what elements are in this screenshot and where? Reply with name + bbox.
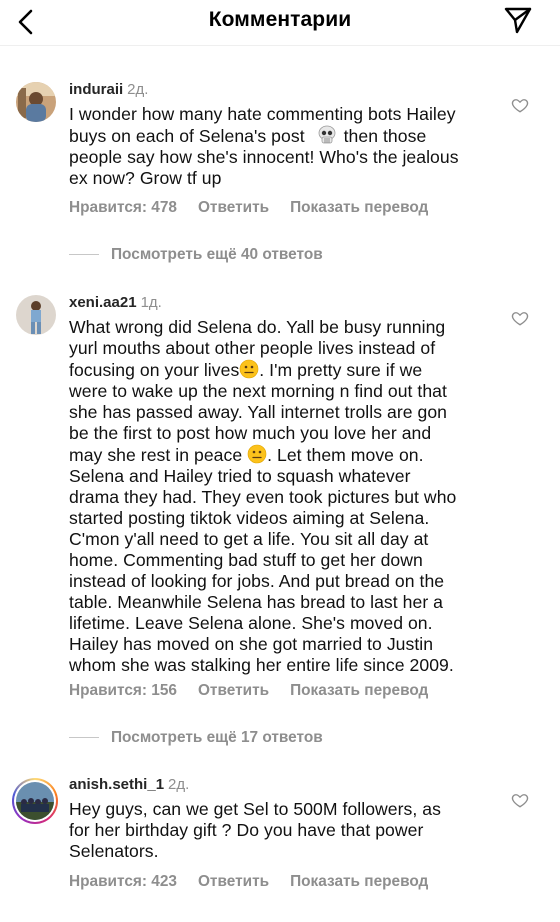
likes-count[interactable]: Нравится: 478 [69,199,177,216]
text-line: she has passed away. Yall internet troll… [69,402,447,422]
neutral-face-emoji [247,444,267,464]
username[interactable]: anish.sethi_1 [69,776,164,793]
text-line: for her birthday gift ? Do you have that… [69,820,424,840]
text-line: home. Commenting bad stuff to get her do… [69,550,423,570]
text-line: yurl mouths about other people lives ins… [69,338,436,358]
text-line: drama they had. They even took pictures … [69,487,457,507]
text-line: focusing on your lives . I'm pretty sure… [69,359,423,380]
page-title: Комментарии [208,8,352,31]
text-line: people say how she's innocent! Who's the… [69,147,459,167]
reply-button[interactable]: Ответить [198,873,269,890]
text-line: C'mon y'all need to get a life. You sit … [69,529,429,549]
comment-text: Hey guys, can we get Sel to 500M followe… [69,799,499,862]
comment-actions: Нравится: 423 Ответить Показать перевод [69,873,449,891]
heart-icon[interactable] [511,791,529,809]
avatar[interactable] [16,82,56,122]
timestamp: 1д. [140,294,162,311]
paper-plane-icon[interactable] [503,5,533,35]
divider-line [69,254,99,256]
comment-text: I wonder how many hate commenting bots H… [69,104,499,189]
comment-actions: Нравится: 156 Ответить Показать перевод [69,682,449,700]
comment-header: induraii 2д. [69,81,148,98]
view-more-replies-button[interactable]: Посмотреть ещё 17 ответов [69,729,323,747]
divider-line [69,737,99,739]
text-line: were to wake up the next morning n find … [69,381,447,401]
text-line: buys on each of Selena's post then those [69,125,427,146]
avatar[interactable] [16,295,56,335]
view-more-replies-button[interactable]: Посмотреть ещё 40 ответов [69,246,323,264]
top-bar: Комментарии [0,0,560,46]
avatar[interactable] [12,778,58,824]
comment-header: anish.sethi_1 2д. [69,776,189,793]
reply-button[interactable]: Ответить [198,682,269,699]
text-line: table. Meanwhile Selena has bread to las… [69,592,444,612]
translate-button[interactable]: Показать перевод [290,199,428,216]
translate-button[interactable]: Показать перевод [290,873,428,890]
username[interactable]: induraii [69,81,123,98]
text-line: Hailey has moved on she got married to J… [69,634,434,654]
timestamp: 2д. [168,776,190,793]
heart-icon[interactable] [511,96,529,114]
comment-header: xeni.aa21 1д. [69,294,162,311]
reply-button[interactable]: Ответить [198,199,269,216]
text-line: may she rest in peace . Let them move on… [69,444,424,465]
translate-button[interactable]: Показать перевод [290,682,428,699]
text-line: whom she was stalking her entire life si… [69,655,454,675]
comment-text: What wrong did Selena do. Yall be busy r… [69,317,499,676]
text-line: be the first to post how much you love h… [69,423,432,443]
text-line: I wonder how many hate commenting bots H… [69,104,456,124]
text-line: instead of looking for jobs. And put bre… [69,571,445,591]
timestamp: 2д. [127,81,149,98]
text-line: Selena and Hailey tried to squash whatev… [69,466,411,486]
likes-count[interactable]: Нравится: 156 [69,682,177,699]
text-line: started posting tiktok videos aiming at … [69,508,430,528]
text-line: Hey guys, can we get Sel to 500M followe… [69,799,441,819]
comment-actions: Нравится: 478 Ответить Показать перевод [69,199,449,217]
heart-icon[interactable] [511,309,529,327]
text-line: Selenators. [69,841,159,861]
likes-count[interactable]: Нравится: 423 [69,873,177,890]
text-line: lifetime. Leave Selena alone. She's move… [69,613,433,633]
text-line: What wrong did Selena do. Yall be busy r… [69,317,446,337]
neutral-face-emoji [239,359,259,379]
text-line: ex now? Grow tf up [69,168,222,188]
skull-emoji [318,125,336,144]
username[interactable]: xeni.aa21 [69,294,137,311]
